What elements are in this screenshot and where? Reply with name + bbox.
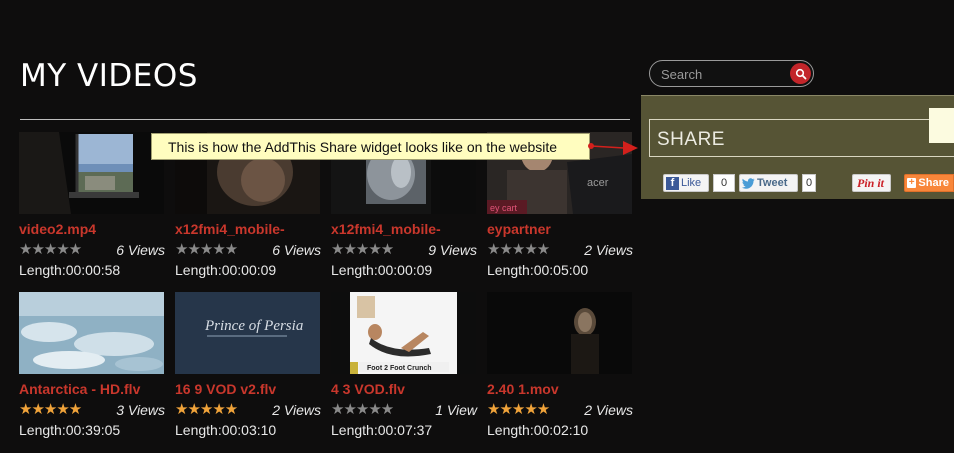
rating-stars[interactable]: ★★★★★ [331, 240, 394, 258]
video-title[interactable]: 2.40 1.mov [487, 381, 637, 397]
annotation-arrow-icon [588, 141, 638, 155]
search-box[interactable] [649, 60, 814, 87]
video-length: Length:00:00:09 [331, 262, 433, 278]
video-title[interactable]: 16 9 VOD v2.flv [175, 381, 325, 397]
addthis-share-label: Share [918, 177, 949, 189]
facebook-like-label: Like [681, 177, 702, 189]
view-count: 6 Views [116, 242, 165, 258]
facebook-like-button[interactable]: f Like [663, 174, 709, 192]
addthis-share-button[interactable]: + Share [904, 174, 954, 192]
view-count: 2 Views [272, 402, 321, 418]
rating-stars[interactable]: ★★★★★ [487, 400, 550, 418]
twitter-bird-icon [742, 177, 755, 189]
addthis-share-panel: SHARE f Like 0 Tweet 0 Pin it + Share [641, 95, 954, 199]
video-title[interactable]: x12fmi4_mobile- [175, 221, 325, 237]
view-count: 9 Views [428, 242, 477, 258]
video-length: Length:00:05:00 [487, 262, 589, 278]
plus-icon: + [907, 177, 917, 188]
title-divider [20, 119, 630, 120]
share-label: SHARE [657, 129, 725, 150]
rating-stars[interactable]: ★★★★★ [331, 400, 394, 418]
rating-stars[interactable]: ★★★★★ [19, 400, 82, 418]
search-input[interactable] [661, 66, 786, 82]
search-button[interactable] [790, 63, 811, 84]
rating-stars[interactable]: ★★★★★ [487, 240, 550, 258]
video-length: Length:00:07:37 [331, 422, 433, 438]
thumb-persia-text: Prince of Persia [204, 318, 303, 334]
share-header-tab [929, 108, 954, 143]
video-length: Length:00:03:10 [175, 422, 277, 438]
video-title[interactable]: x12fmi4_mobile- [331, 221, 481, 237]
annotation-callout: This is how the AddThis Share widget loo… [151, 133, 590, 160]
video-title[interactable]: Antarctica - HD.flv [19, 381, 169, 397]
video-title[interactable]: eypartner [487, 221, 637, 237]
video-thumbnail[interactable]: Prince of Persia [175, 292, 320, 374]
page-title: MY VIDEOS [20, 58, 198, 94]
video-length: Length:00:39:05 [19, 422, 121, 438]
facebook-icon: f [666, 176, 679, 190]
share-header: SHARE [649, 119, 954, 157]
thumb-crunch-text: Foot 2 Foot Crunch [367, 365, 432, 372]
video-title[interactable]: video2.mp4 [19, 221, 169, 237]
search-icon [795, 68, 806, 79]
annotation-text: This is how the AddThis Share widget loo… [168, 138, 558, 155]
thumb-cart-text: ey cart [490, 203, 518, 213]
tweet-count: 0 [802, 174, 816, 192]
tweet-button[interactable]: Tweet [739, 174, 798, 192]
view-count: 3 Views [116, 402, 165, 418]
video-thumbnail[interactable]: Foot 2 Foot Crunch [331, 292, 476, 374]
share-button-row: f Like 0 Tweet 0 Pin it + Share [641, 174, 954, 192]
video-length: Length:00:02:10 [487, 422, 589, 438]
view-count: 2 Views [584, 402, 633, 418]
rating-stars[interactable]: ★★★★★ [175, 240, 238, 258]
pinterest-pinit-button[interactable]: Pin it [852, 174, 891, 192]
tweet-label: Tweet [757, 177, 788, 189]
rating-stars[interactable]: ★★★★★ [175, 400, 238, 418]
facebook-like-count: 0 [713, 174, 735, 192]
video-thumbnail[interactable] [19, 132, 164, 214]
video-length: Length:00:00:58 [19, 262, 121, 278]
view-count: 2 Views [584, 242, 633, 258]
view-count: 1 View [435, 402, 477, 418]
view-count: 6 Views [272, 242, 321, 258]
video-length: Length:00:00:09 [175, 262, 277, 278]
video-title[interactable]: 4 3 VOD.flv [331, 381, 481, 397]
rating-stars[interactable]: ★★★★★ [19, 240, 82, 258]
thumb-acer-text: acer [587, 177, 609, 189]
video-thumbnail[interactable] [19, 292, 164, 374]
video-thumbnail[interactable] [487, 292, 632, 374]
